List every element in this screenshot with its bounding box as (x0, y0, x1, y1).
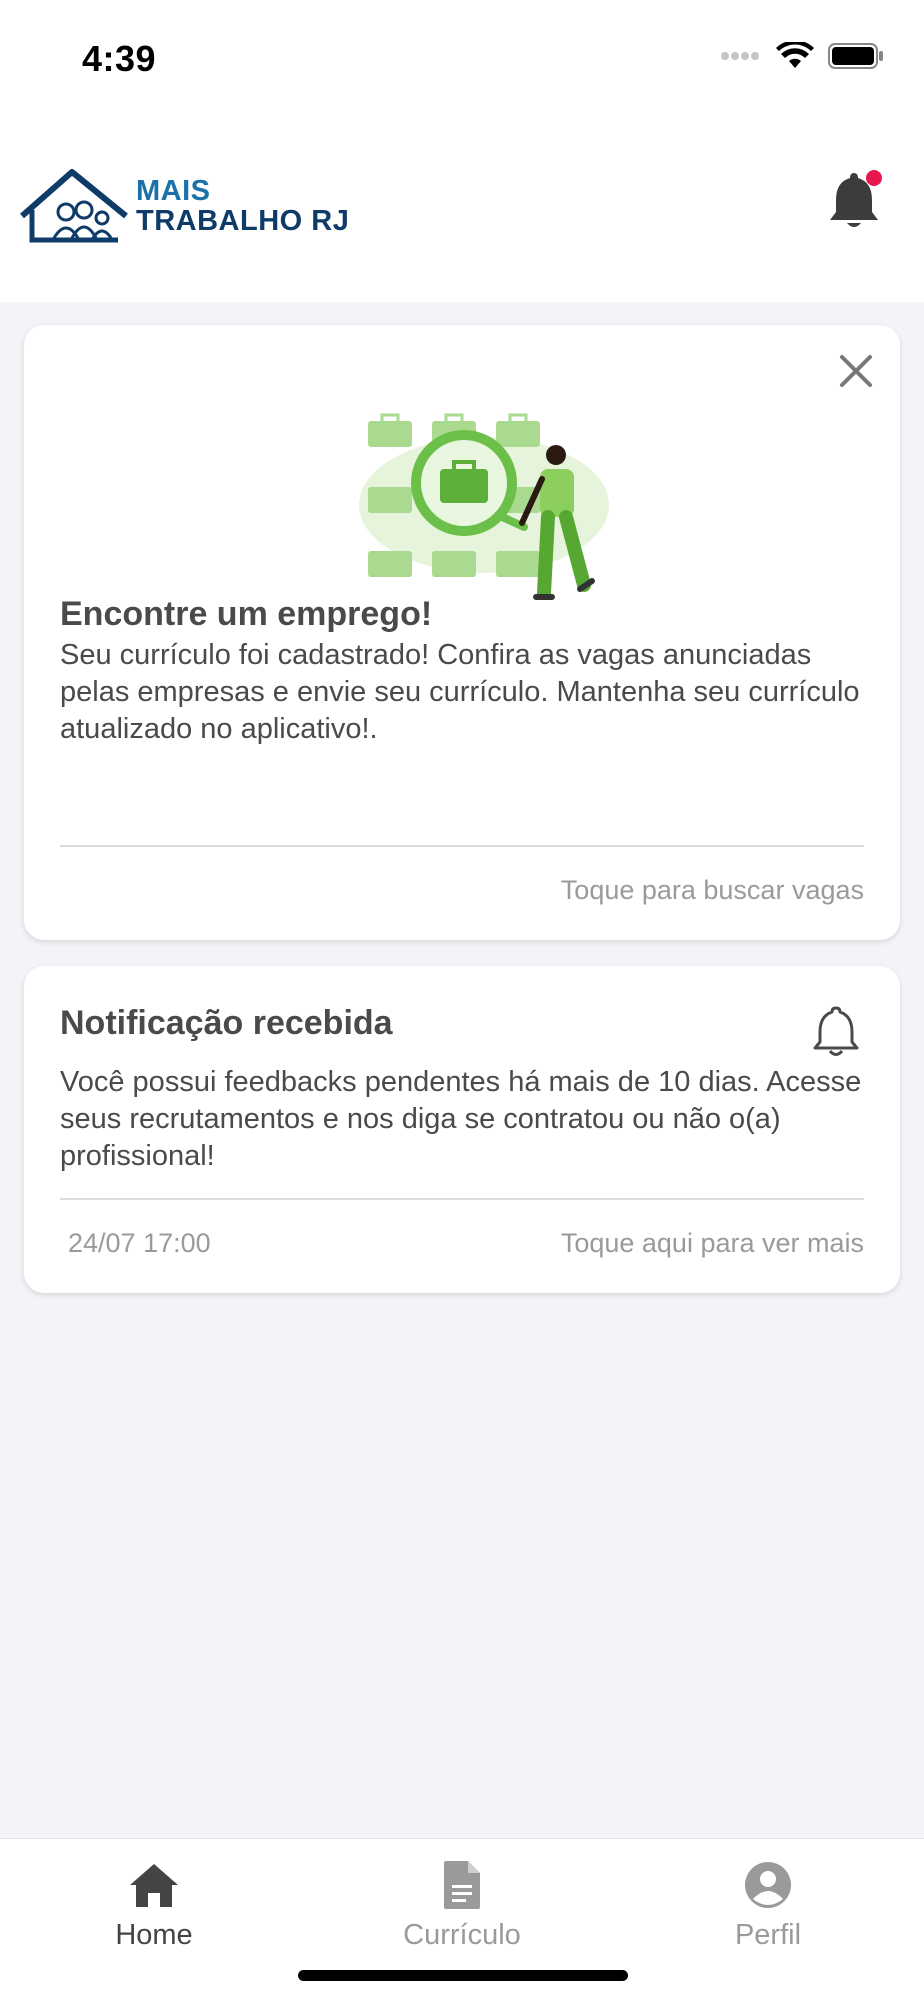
home-icon (130, 1864, 178, 1907)
document-icon (444, 1861, 480, 1909)
find-job-card[interactable]: Encontre um emprego! Seu currículo foi c… (24, 325, 900, 940)
logo-line2: TRABALHO RJ (136, 205, 350, 237)
logo-line1: MAIS (136, 175, 211, 207)
nav-home-label: Home (115, 1919, 193, 1951)
logo-wordmark: MAIS TRABALHO RJ (136, 176, 349, 236)
bell-outline-icon (813, 1006, 859, 1056)
nav-curriculo-label: Currículo (403, 1919, 521, 1951)
nav-perfil[interactable]: Perfil (668, 1861, 868, 1952)
home-indicator (298, 1970, 628, 1981)
status-bar: 4:39 (0, 0, 924, 120)
close-icon[interactable] (834, 349, 878, 393)
notification-card[interactable]: Notificação recebida Você possui feedbac… (24, 966, 900, 1293)
unread-badge (866, 170, 882, 186)
profile-icon (745, 1862, 791, 1908)
app-header: MAIS TRABALHO RJ (0, 120, 924, 302)
find-job-title: Encontre um emprego! (60, 595, 433, 633)
house-people-icon (20, 169, 128, 243)
app-logo: MAIS TRABALHO RJ (18, 166, 349, 246)
status-time: 4:39 (82, 38, 157, 79)
nav-curriculo[interactable]: Currículo (362, 1861, 562, 1952)
nav-home[interactable]: Home (54, 1861, 254, 1952)
notification-date: 24/07 17:00 (68, 1228, 211, 1258)
signal-icon (721, 52, 759, 60)
bell-icon[interactable] (824, 168, 884, 232)
nav-perfil-label: Perfil (734, 1919, 802, 1951)
wifi-icon (776, 42, 814, 68)
find-job-body: Seu currículo foi cadastrado! Confira as… (60, 639, 860, 745)
battery-icon (828, 43, 883, 69)
notification-title: Notificação recebida (60, 1004, 393, 1042)
notification-body: Você possui feedbacks pendentes há mais … (60, 1066, 862, 1172)
status-icons (720, 42, 884, 70)
job-search-illustration (359, 413, 609, 600)
see-more-link[interactable]: Toque aqui para ver mais (561, 1228, 864, 1259)
search-jobs-link[interactable]: Toque para buscar vagas (561, 875, 864, 906)
divider (60, 1198, 864, 1200)
divider (60, 845, 864, 847)
